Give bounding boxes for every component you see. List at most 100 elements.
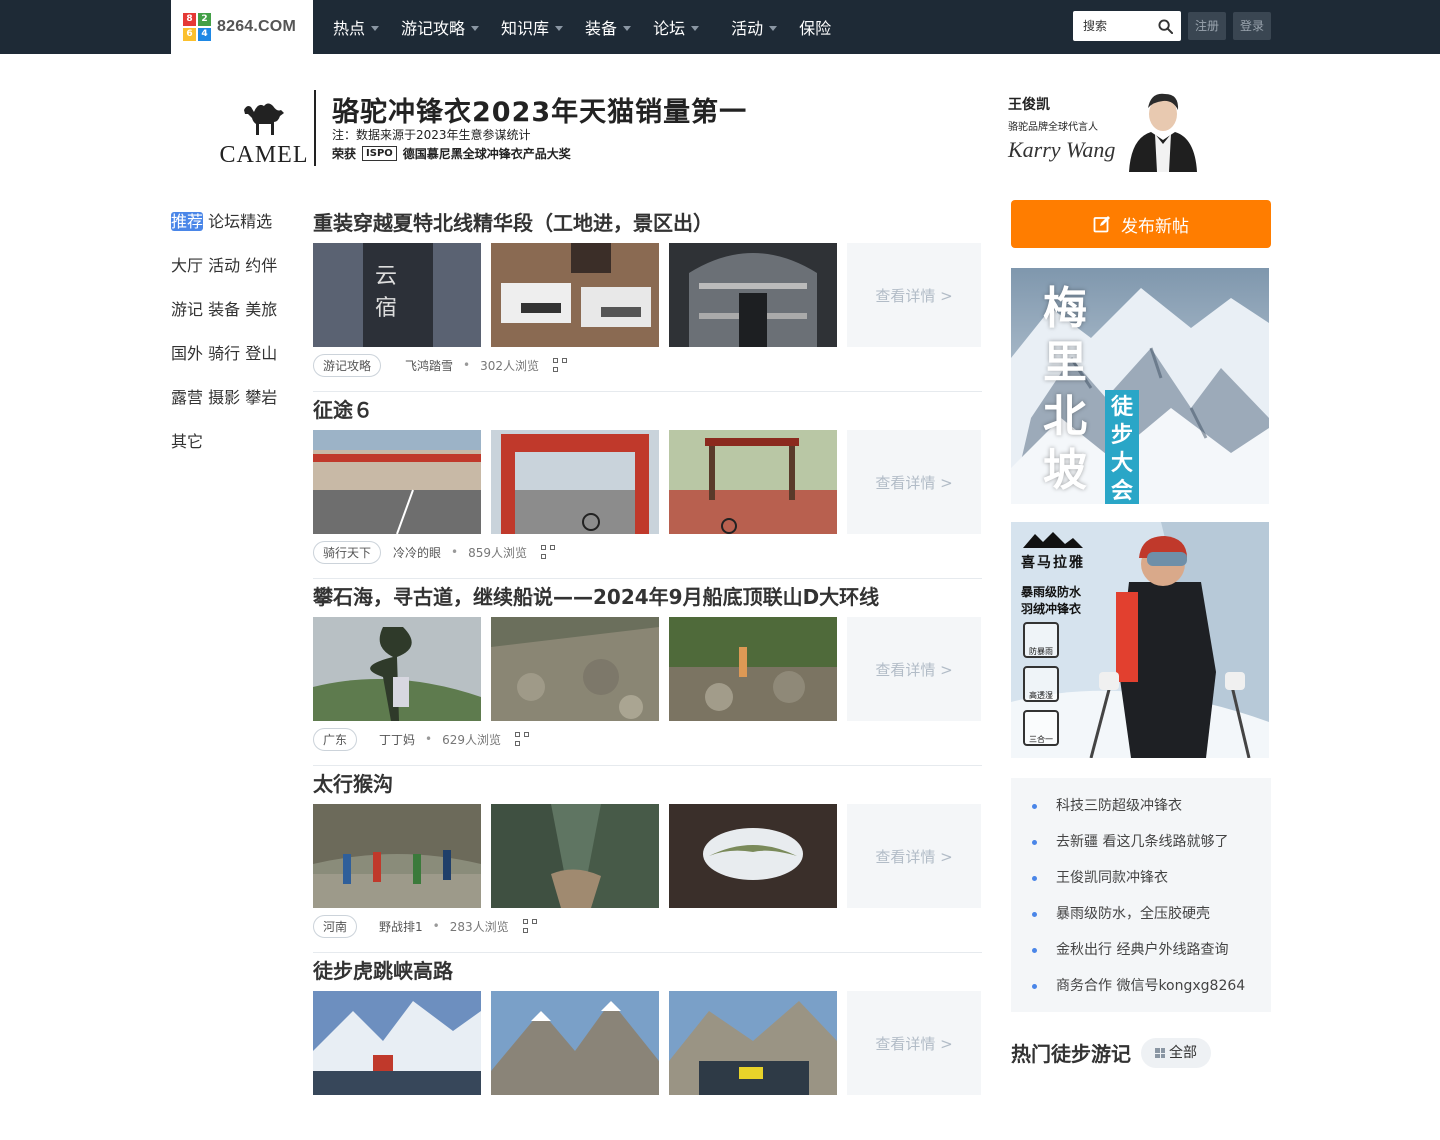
post-thumbnails: 查看详情 > [313, 991, 982, 1095]
category-photography[interactable]: 摄影 [208, 388, 240, 407]
search-input[interactable] [1083, 19, 1153, 33]
category-abroad[interactable]: 国外 [171, 344, 203, 363]
post-title[interactable]: 征途６ [313, 392, 982, 430]
post-author[interactable]: 飞鸿踏雪 [405, 357, 453, 374]
post-author[interactable]: 野战排1 [379, 918, 423, 935]
post-title[interactable]: 重装穿越夏特北线精华段（工地进，景区出） [313, 205, 982, 243]
nav-gear[interactable]: 装备 [585, 15, 632, 39]
qr-code-icon[interactable] [553, 358, 568, 372]
logo-text: 8264.COM [217, 18, 296, 35]
post-thumbnail[interactable] [669, 430, 837, 534]
view-details-button[interactable]: 查看详情 > [847, 243, 981, 347]
post-author[interactable]: 丁丁妈 [379, 731, 415, 748]
nav-label: 保险 [799, 19, 832, 38]
spokesperson-name: 王俊凯 [1008, 97, 1050, 113]
view-details-button[interactable]: 查看详情 > [847, 804, 981, 908]
category-lobby[interactable]: 大厅 [171, 256, 203, 275]
category-travelogues[interactable]: 游记 [171, 300, 203, 319]
meta-separator: • [432, 919, 440, 933]
category-gear[interactable]: 装备 [208, 300, 240, 319]
meta-separator: • [463, 358, 471, 372]
category-other[interactable]: 其它 [171, 432, 203, 451]
post-thumbnail[interactable] [669, 617, 837, 721]
publish-post-button[interactable]: 发布新帖 [1011, 200, 1271, 248]
meili-hiking-ad[interactable]: 梅 里 北 坡 徒 步 大 会 [1011, 268, 1269, 504]
camel-banner-ad[interactable]: CAMEL 骆驼冲锋衣2023年天猫销量第一 注：数据来源于2023年生意参谋统… [171, 78, 1271, 178]
promo-link[interactable]: 科技三防超级冲锋衣 [1011, 788, 1271, 824]
category-cycling[interactable]: 骑行 [208, 344, 240, 363]
nav-knowledge[interactable]: 知识库 [501, 15, 564, 39]
edit-icon [1093, 216, 1110, 233]
promo-link[interactable]: 金秋出行 经典户外线路查询 [1011, 932, 1271, 968]
view-details-button[interactable]: 查看详情 > [847, 617, 981, 721]
category-climbing[interactable]: 攀岩 [245, 388, 277, 407]
category-forum-picks[interactable]: 论坛精选 [208, 212, 272, 231]
promo-link[interactable]: 暴雨级防水，全压胶硬壳 [1011, 896, 1271, 932]
post-feed: 重装穿越夏特北线精华段（工地进，景区出） 云宿 查看详情 > 游记攻略 飞鸿踏雪… [313, 205, 982, 1140]
post-thumbnail[interactable] [491, 991, 659, 1095]
post-thumbnail[interactable] [669, 243, 837, 347]
post-title[interactable]: 太行猴沟 [313, 766, 982, 804]
award-text: 德国慕尼黑全球冲锋衣产品大奖 [402, 147, 571, 161]
thumbnail-image [491, 991, 659, 1095]
view-details-button[interactable]: 查看详情 > [847, 991, 981, 1095]
banner-divider [314, 90, 316, 166]
category-recommended[interactable]: 推荐 [171, 212, 204, 231]
ad-sub-char: 大 [1110, 451, 1133, 476]
post-tag[interactable]: 广东 [313, 727, 358, 751]
ad-sub-char: 徒 [1110, 395, 1133, 420]
post-title[interactable]: 徒步虎跳峡高路 [313, 953, 982, 991]
promo-link[interactable]: 王俊凯同款冲锋衣 [1011, 860, 1271, 896]
post-thumbnail[interactable] [491, 617, 659, 721]
qr-code-icon[interactable] [515, 732, 530, 746]
qr-code-icon[interactable] [522, 919, 537, 933]
category-beautiful-trips[interactable]: 美旅 [245, 300, 277, 319]
post-thumbnail[interactable]: 云宿 [313, 243, 481, 347]
site-logo[interactable]: 8 2 6 4 8264.COM [171, 0, 313, 54]
view-details-button[interactable]: 查看详情 > [847, 430, 981, 534]
post-tag[interactable]: 骑行天下 [313, 540, 382, 564]
category-companions[interactable]: 约伴 [245, 256, 277, 275]
post-thumbnail[interactable] [313, 617, 481, 721]
chevron-down-icon [555, 25, 564, 31]
post-author[interactable]: 冷冷的眼 [393, 544, 441, 561]
nav-travel-guides[interactable]: 游记攻略 [401, 15, 480, 39]
register-button[interactable]: 注册 [1188, 12, 1227, 40]
post-views: 283人浏览 [449, 919, 509, 934]
post-thumbnail[interactable] [313, 991, 481, 1095]
post-title[interactable]: 攀石海，寻古道，继续船说——2024年9月船底顶联山D大环线 [313, 579, 982, 617]
nav-insurance[interactable]: 保险 [799, 15, 831, 39]
thumbnail-image [669, 243, 837, 347]
post-thumbnail[interactable] [669, 991, 837, 1095]
post-thumbnail[interactable] [313, 430, 481, 534]
thumbnail-image [313, 617, 481, 721]
post-thumbnails: 查看详情 > [313, 617, 982, 721]
view-all-button[interactable]: 全部 [1141, 1038, 1211, 1068]
post-thumbnail[interactable] [313, 804, 481, 908]
category-events[interactable]: 活动 [208, 256, 240, 275]
chevron-down-icon [691, 25, 700, 31]
category-sidebar: 推荐 论坛精选 大厅 活动 约伴 游记 装备 美旅 国外 骑行 登山 露营 摄影… [171, 200, 283, 464]
nav-events[interactable]: 活动 [731, 15, 778, 39]
thumbnail-image [313, 804, 481, 908]
himalaya-jacket-ad[interactable]: 喜马拉雅 暴雨级防水 羽绒冲锋衣 防暴雨 高透湿 三合一 [1011, 522, 1269, 758]
post-tag[interactable]: 游记攻略 [313, 353, 382, 377]
award-prefix: 荣获 [332, 147, 357, 161]
post-thumbnail[interactable] [491, 804, 659, 908]
post-tag[interactable]: 河南 [313, 914, 358, 938]
category-mountaineering[interactable]: 登山 [245, 344, 277, 363]
promo-link[interactable]: 商务合作 微信号kongxg8264 [1011, 968, 1271, 1004]
search-icon[interactable] [1158, 18, 1173, 34]
post-thumbnail[interactable] [491, 430, 659, 534]
nav-forum[interactable]: 论坛 [653, 15, 700, 39]
post-thumbnails: 查看详情 > [313, 804, 982, 908]
promo-link[interactable]: 去新疆 看这几条线路就够了 [1011, 824, 1271, 860]
post-thumbnail[interactable] [491, 243, 659, 347]
login-button[interactable]: 登录 [1233, 12, 1272, 40]
qr-code-icon[interactable] [541, 545, 556, 559]
post-thumbnail[interactable] [669, 804, 837, 908]
category-camping[interactable]: 露营 [171, 388, 203, 407]
thumbnail-image [491, 430, 659, 534]
ispo-badge: ISPO [362, 146, 397, 161]
nav-hot[interactable]: 热点 [333, 15, 380, 39]
